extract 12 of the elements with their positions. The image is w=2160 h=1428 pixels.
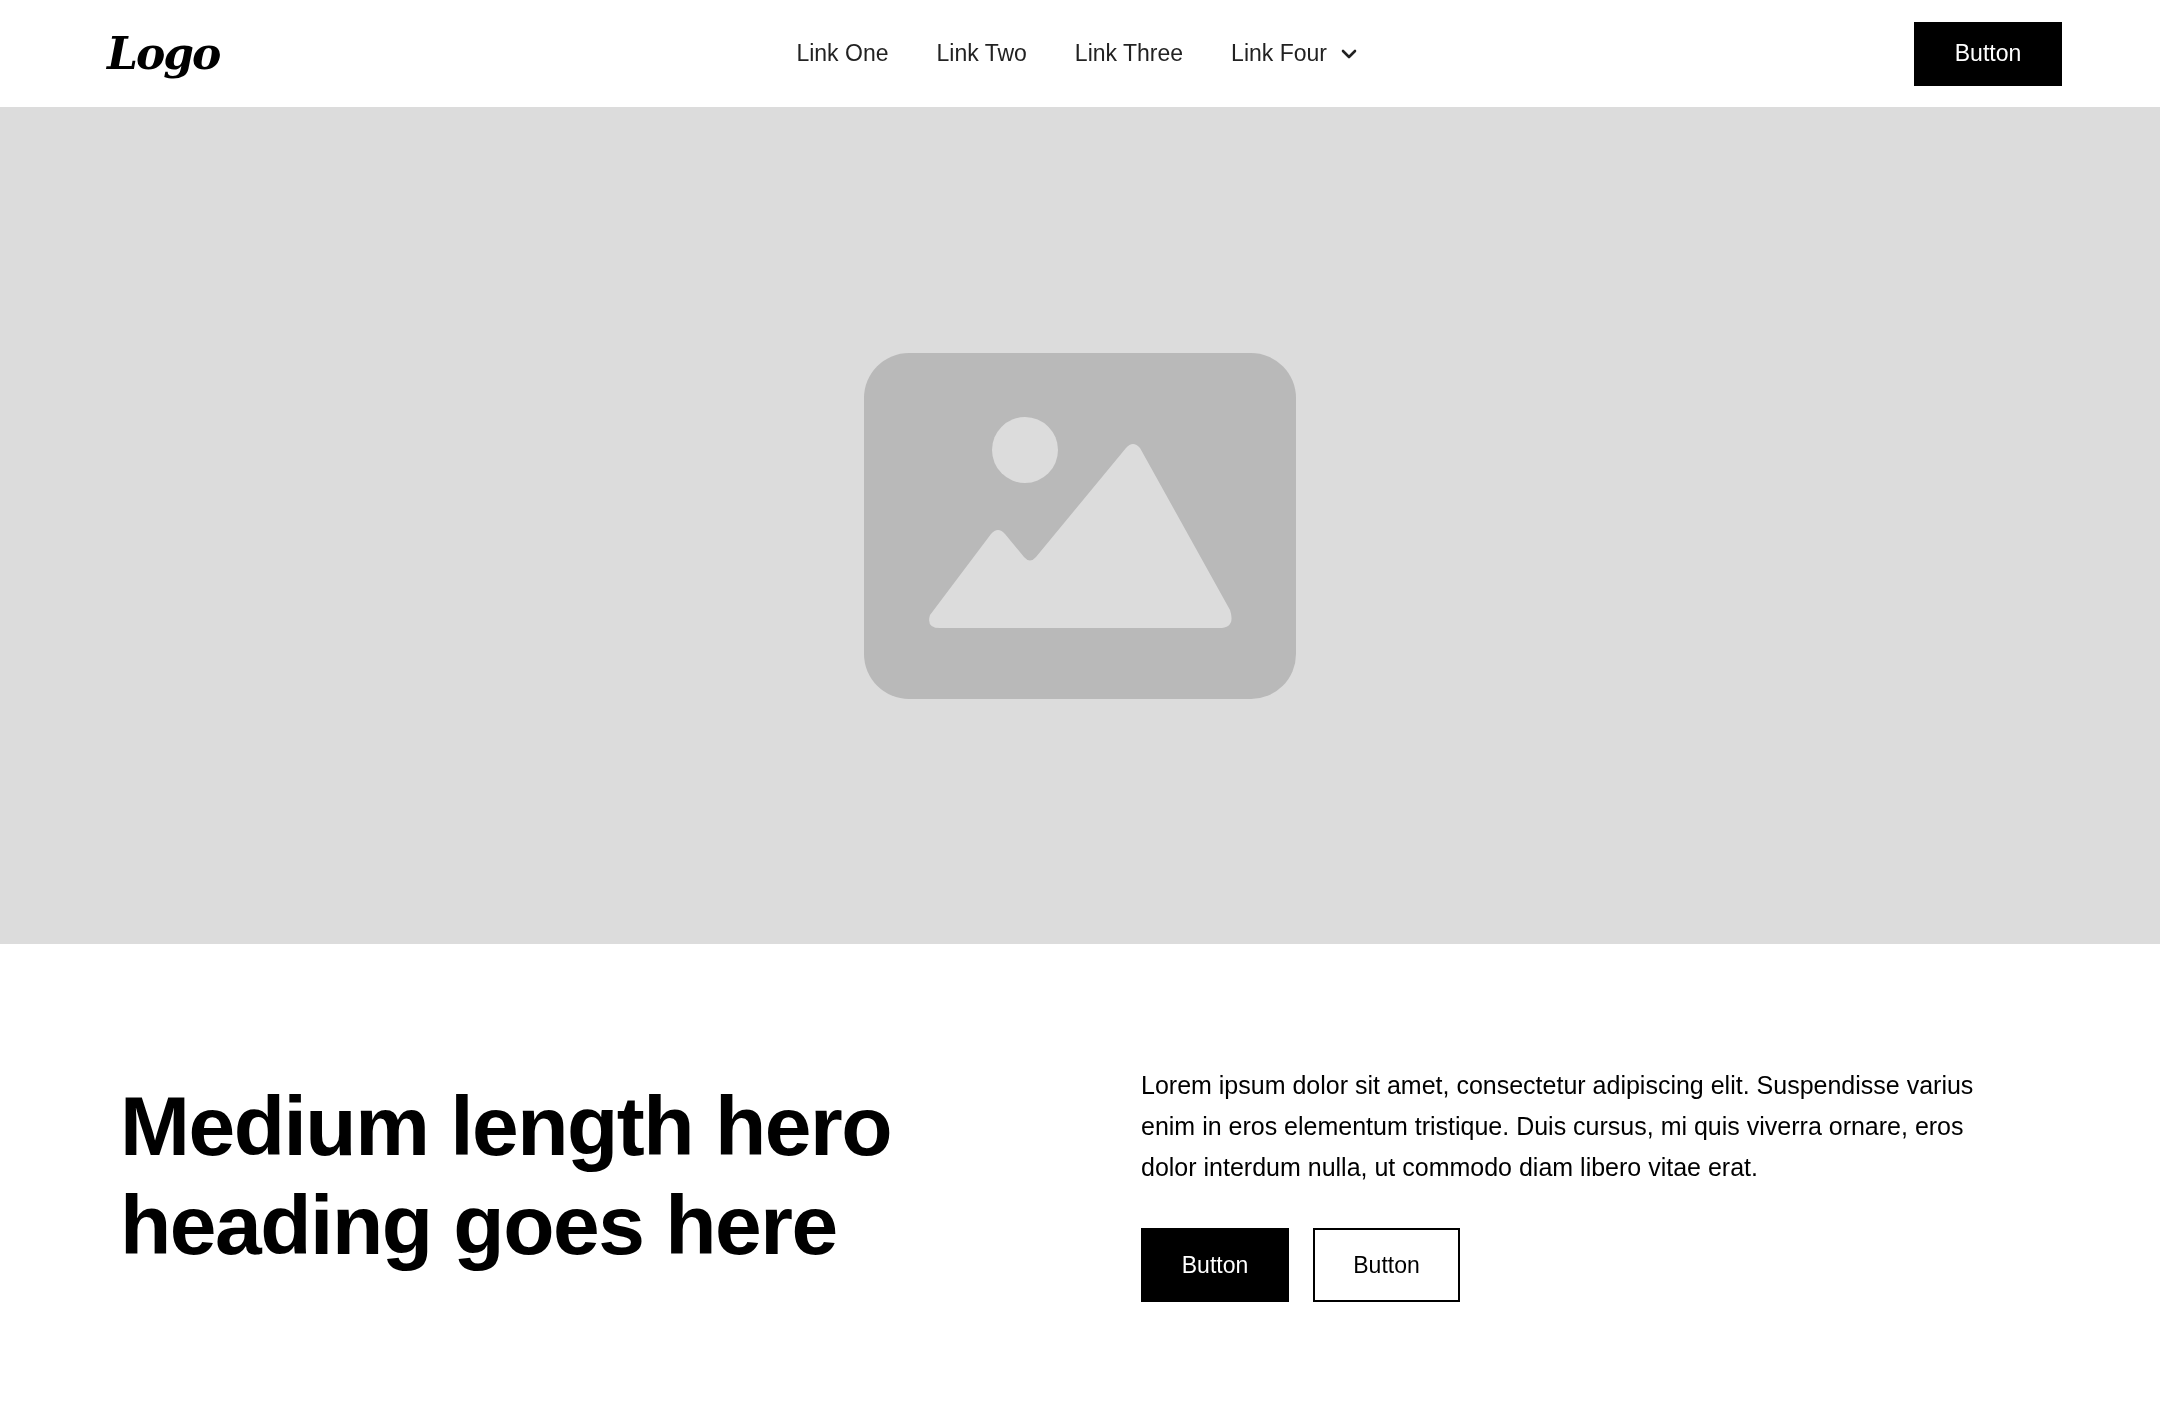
chevron-down-icon (1341, 48, 1357, 59)
nav-button[interactable]: Button (1914, 21, 2062, 86)
logo[interactable]: Logo (107, 20, 220, 87)
primary-button[interactable]: Button (1141, 1228, 1289, 1302)
nav-link[interactable]: Link Two (936, 28, 1027, 79)
nav-link[interactable]: Link One (796, 28, 889, 79)
hero-heading: Medium length hero heading goes here (120, 1078, 892, 1274)
nav-link[interactable]: Link Three (1074, 28, 1184, 79)
dropdown-link[interactable]: Link Four (1231, 28, 1357, 79)
secondary-button[interactable]: Button (1313, 1228, 1460, 1302)
image-icon (864, 352, 1296, 699)
hero-text: Lorem ipsum dolor sit amet, consectetur adipiscing elit. Suspendisse varius enim in eros elementum tristique. Duis cursus, mi quis viverra ornare, eros dolor interdum nulla, ut commodo diam libero vitae erat. (1141, 1070, 1975, 1183)
